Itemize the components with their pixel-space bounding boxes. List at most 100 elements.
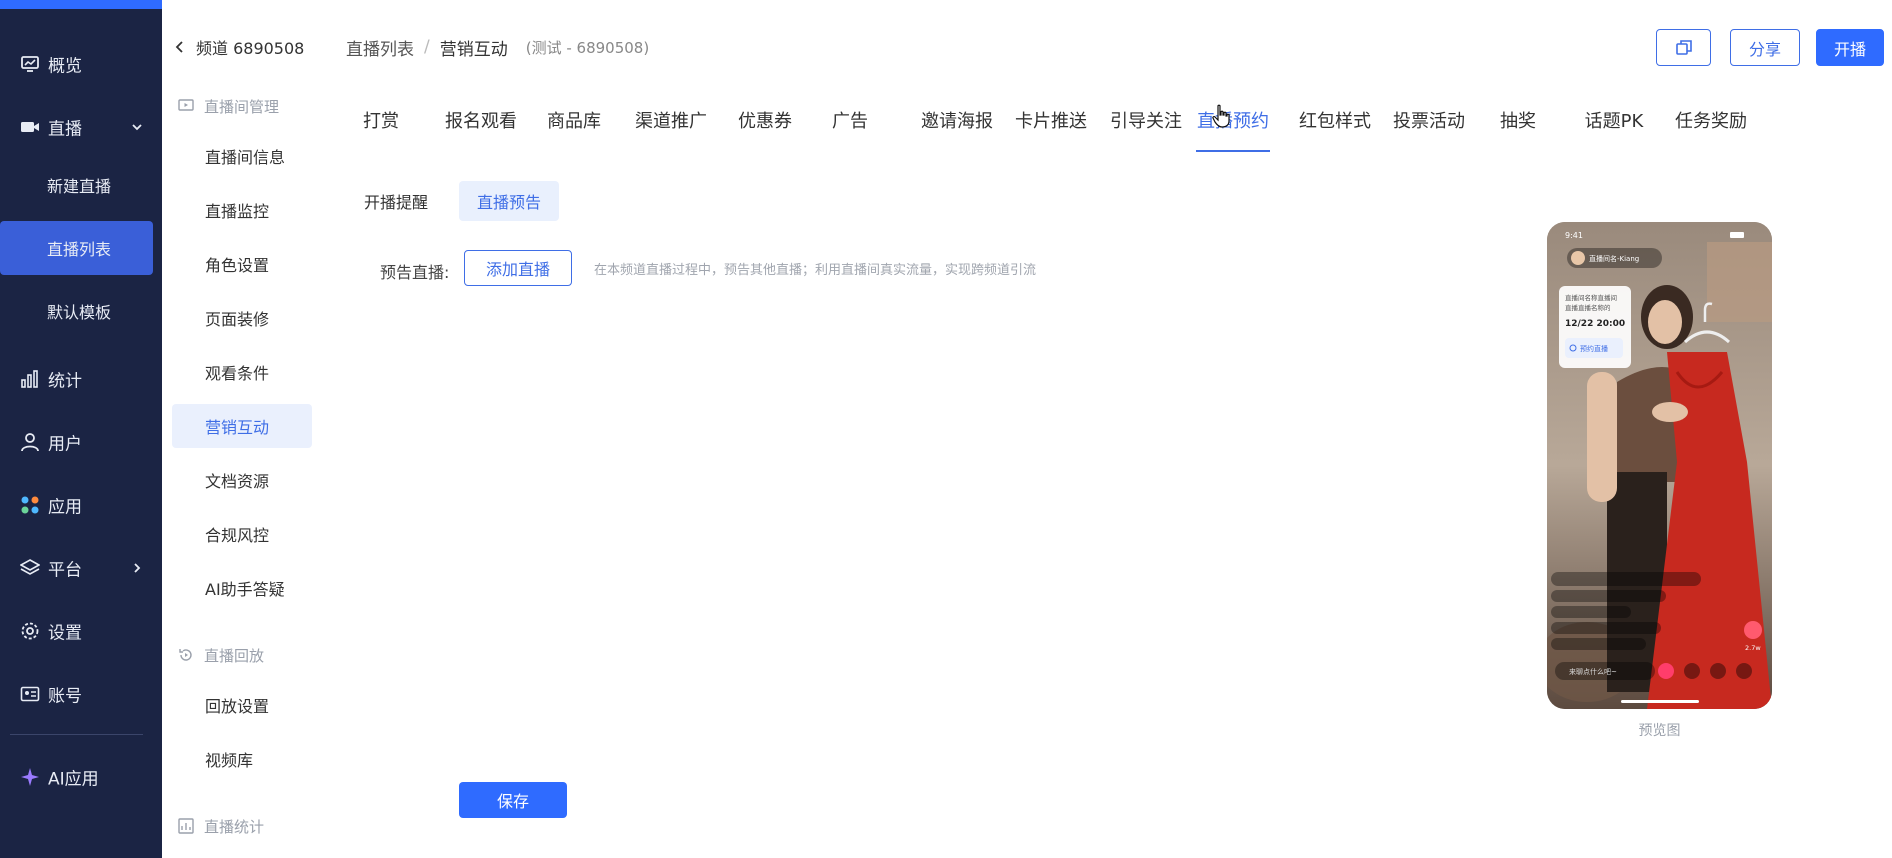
tab-lottery[interactable]: 抽奖 bbox=[1488, 98, 1548, 142]
nav-sub-label: 直播列表 bbox=[47, 240, 112, 259]
add-live-button[interactable]: 添加直播 bbox=[464, 250, 572, 286]
tab-vote[interactable]: 投票活动 bbox=[1384, 98, 1474, 142]
preview-live-label: 预告直播: bbox=[380, 263, 450, 282]
nav-label: 概览 bbox=[48, 56, 82, 77]
chevron-down-icon bbox=[132, 124, 142, 131]
tab-card-push[interactable]: 卡片推送 bbox=[1006, 98, 1096, 142]
side-item-label: 文档资源 bbox=[205, 472, 270, 491]
group-room-management: 直播间管理 bbox=[178, 94, 279, 118]
nav-sub-default-template[interactable]: 默认模板 bbox=[0, 284, 162, 338]
subtab-start-reminder[interactable]: 开播提醒 bbox=[354, 181, 438, 221]
tab-invite-poster[interactable]: 邀请海报 bbox=[912, 98, 1002, 142]
start-live-button[interactable]: 开播 bbox=[1816, 29, 1884, 66]
tab-topic-pk[interactable]: 话题PK bbox=[1574, 98, 1654, 142]
tab-live-reservation[interactable]: 直播预约 bbox=[1196, 98, 1270, 142]
preview-image: 9:41 直播间名-Kiang 直播间名称直播间 直播直播名称的 12/22 2… bbox=[1547, 222, 1772, 709]
side-item-label: AI助手答疑 bbox=[205, 580, 285, 599]
nav-item-apps[interactable]: 应用 bbox=[0, 482, 162, 528]
apps-icon bbox=[20, 495, 40, 515]
subtab-live-preview[interactable]: 直播预告 bbox=[459, 181, 559, 221]
side-item-label: 观看条件 bbox=[205, 364, 270, 383]
side-item-compliance[interactable]: 合规风控 bbox=[172, 512, 312, 556]
back-to-channel[interactable]: 频道 6890508 bbox=[174, 34, 304, 60]
nav-top-accent bbox=[0, 0, 162, 9]
tab-redpacket-style[interactable]: 红包样式 bbox=[1290, 98, 1380, 142]
tab-follow-guide[interactable]: 引导关注 bbox=[1101, 98, 1191, 142]
side-item-ai-assistant[interactable]: AI助手答疑 bbox=[172, 566, 312, 610]
chevron-left-icon bbox=[175, 41, 183, 53]
nav-label: AI应用 bbox=[48, 769, 99, 790]
preview-phone: 9:41 直播间名-Kiang 直播间名称直播间 直播直播名称的 12/22 2… bbox=[1547, 222, 1772, 709]
crumb-marketing: 营销互动 bbox=[439, 39, 508, 60]
preview-caption: 预览图 bbox=[1638, 723, 1681, 739]
chat-placeholder: 来聊点什么吧~ bbox=[1569, 667, 1617, 676]
side-item-label: 直播监控 bbox=[205, 202, 270, 221]
nav-item-account[interactable]: 账号 bbox=[0, 671, 162, 717]
preview-hint: 在本频道直播过程中，预告其他直播；利用直播间真实流量，实现跨频道引流 bbox=[594, 262, 1037, 278]
share-button[interactable]: 分享 bbox=[1730, 29, 1800, 66]
side-item-monitor[interactable]: 直播监控 bbox=[172, 188, 312, 232]
side-item-roles[interactable]: 角色设置 bbox=[172, 242, 312, 286]
side-item-video-library[interactable]: 视频库 bbox=[172, 737, 312, 781]
channel-label: 频道 6890508 bbox=[196, 39, 305, 58]
side-item-label: 营销互动 bbox=[205, 418, 270, 437]
host-name: 直播间名-Kiang bbox=[1589, 254, 1639, 263]
crumb-live-list[interactable]: 直播列表 bbox=[346, 35, 414, 60]
save-button[interactable]: 保存 bbox=[459, 782, 567, 818]
side-item-label: 直播间信息 bbox=[205, 148, 286, 167]
nav-label: 用户 bbox=[48, 434, 82, 455]
tab-coupon[interactable]: 优惠券 bbox=[728, 98, 802, 142]
nav-item-live[interactable]: 直播 bbox=[0, 104, 162, 150]
nav-item-overview[interactable]: 概览 bbox=[0, 41, 162, 87]
notice-time: 12/22 20:00 bbox=[1565, 319, 1625, 329]
copy-button[interactable] bbox=[1656, 29, 1711, 66]
breadcrumb: 直播列表 / 营销互动 (测试 - 6890508) bbox=[346, 34, 649, 60]
side-item-room-info[interactable]: 直播间信息 bbox=[172, 134, 312, 178]
tab-signup-watch[interactable]: 报名观看 bbox=[441, 98, 521, 142]
nav-divider bbox=[10, 734, 143, 735]
nav-item-settings[interactable]: 设置 bbox=[0, 608, 162, 654]
bar-chart-icon bbox=[20, 369, 40, 389]
tab-channel-promo[interactable]: 渠道推广 bbox=[626, 98, 716, 142]
tab-task-reward[interactable]: 任务奖励 bbox=[1666, 98, 1756, 142]
nav-label: 直播 bbox=[48, 119, 82, 140]
side-item-documents[interactable]: 文档资源 bbox=[172, 458, 312, 502]
side-item-decoration[interactable]: 页面装修 bbox=[172, 296, 312, 340]
nav-item-ai-apps[interactable]: AI应用 bbox=[0, 754, 162, 800]
nav-item-users[interactable]: 用户 bbox=[0, 419, 162, 465]
dashboard-icon bbox=[20, 54, 40, 74]
monitor-icon bbox=[178, 99, 194, 111]
side-item-label: 合规风控 bbox=[205, 526, 270, 545]
side-item-label: 回放设置 bbox=[205, 697, 270, 716]
nav-sub-live-list[interactable]: 直播列表 bbox=[0, 221, 153, 275]
user-icon bbox=[20, 432, 40, 452]
nav-label: 设置 bbox=[48, 623, 82, 644]
nav-item-stats[interactable]: 统计 bbox=[0, 356, 162, 402]
chevron-right-icon bbox=[134, 563, 141, 573]
side-item-label: 页面装修 bbox=[205, 310, 270, 329]
tab-product-library[interactable]: 商品库 bbox=[534, 98, 614, 142]
main-nav: 概览 直播 新建直播 直播列表 默认模板 统计 用户 应用 平台 设置 账号 A… bbox=[0, 0, 162, 858]
nav-label: 应用 bbox=[48, 497, 82, 518]
like-count: 2.7w bbox=[1745, 644, 1761, 652]
side-item-marketing[interactable]: 营销互动 bbox=[172, 404, 312, 448]
side-item-replay-settings[interactable]: 回放设置 bbox=[172, 683, 312, 727]
tab-ads[interactable]: 广告 bbox=[820, 98, 880, 142]
nav-item-platform[interactable]: 平台 bbox=[0, 545, 162, 591]
nav-sub-label: 默认模板 bbox=[47, 303, 112, 322]
nav-sub-new-live[interactable]: 新建直播 bbox=[0, 158, 162, 212]
tab-reward[interactable]: 打赏 bbox=[346, 98, 416, 142]
active-tab-indicator bbox=[1196, 150, 1270, 152]
copy-icon bbox=[1675, 39, 1692, 55]
group-label: 直播回放 bbox=[204, 646, 265, 665]
replay-icon bbox=[179, 649, 192, 661]
side-item-label: 角色设置 bbox=[205, 256, 270, 275]
secondary-sidebar: 频道 6890508 直播间管理 直播间信息 直播监控 角色设置 页面装修 观看… bbox=[162, 0, 322, 858]
video-icon bbox=[20, 117, 40, 137]
side-item-label: 视频库 bbox=[205, 751, 254, 770]
group-live-stats: 直播统计 bbox=[178, 814, 264, 838]
notice-line1: 直播间名称直播间 bbox=[1565, 293, 1617, 302]
notice-line2: 直播直播名称的 bbox=[1565, 303, 1611, 312]
id-card-icon bbox=[20, 684, 40, 704]
side-item-watch-conditions[interactable]: 观看条件 bbox=[172, 350, 312, 394]
